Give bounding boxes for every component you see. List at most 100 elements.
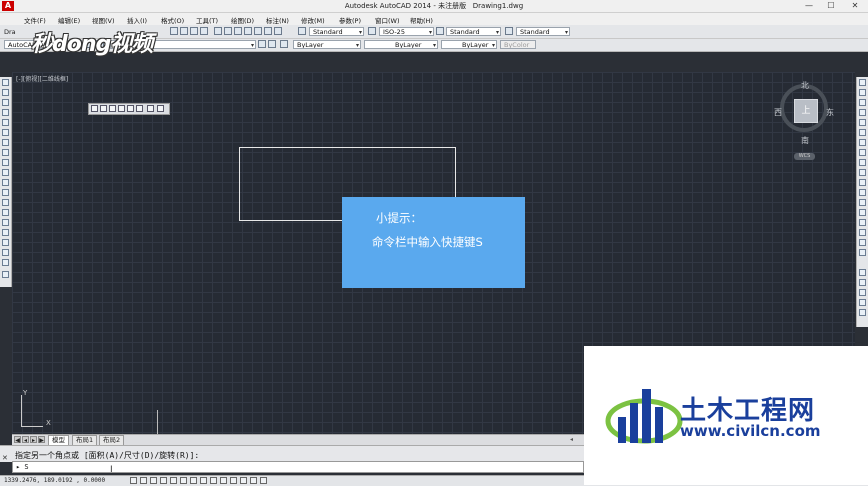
multileader-style-select[interactable]: Standard ▾ bbox=[516, 27, 570, 36]
break-icon[interactable] bbox=[859, 199, 866, 206]
menu-modify[interactable]: 修改(M) bbox=[301, 15, 325, 25]
zoom-previous-icon[interactable] bbox=[200, 27, 208, 35]
quick-properties-icon[interactable] bbox=[250, 477, 257, 484]
horizontal-scroll-left-icon[interactable]: ◂ bbox=[570, 436, 580, 443]
table-style-select[interactable]: Standard ▾ bbox=[446, 27, 501, 36]
zoom-in-icon[interactable] bbox=[136, 105, 143, 112]
point-icon[interactable] bbox=[2, 209, 9, 216]
compass-south[interactable]: 南 bbox=[801, 135, 809, 146]
ellipse-icon[interactable] bbox=[2, 169, 9, 176]
linetype-select[interactable]: ByLayer ▾ bbox=[364, 40, 438, 49]
orbit-icon[interactable] bbox=[147, 105, 154, 112]
zoom-realtime-icon[interactable] bbox=[180, 27, 188, 35]
transparency-icon[interactable] bbox=[240, 477, 247, 484]
make-block-icon[interactable] bbox=[2, 199, 9, 206]
selection-cycling-icon[interactable] bbox=[260, 477, 267, 484]
menu-tools[interactable]: 工具(T) bbox=[196, 15, 218, 25]
insert-block-icon[interactable] bbox=[2, 189, 9, 196]
menu-draw[interactable]: 绘图(D) bbox=[231, 15, 254, 25]
polar-tracking-icon[interactable] bbox=[170, 477, 177, 484]
object-snap-icon[interactable] bbox=[180, 477, 187, 484]
command-input[interactable]: ▸ S bbox=[12, 461, 584, 473]
ellipse-arc-icon[interactable] bbox=[2, 179, 9, 186]
offset-icon[interactable] bbox=[859, 109, 866, 116]
viewport-controls-label[interactable]: [-][俯视][二维线框] bbox=[16, 74, 68, 83]
extend-icon[interactable] bbox=[859, 179, 866, 186]
snap-mode-icon[interactable] bbox=[140, 477, 147, 484]
infer-constraints-icon[interactable] bbox=[130, 477, 137, 484]
dynamic-ucs-icon[interactable] bbox=[210, 477, 217, 484]
3d-object-snap-icon[interactable] bbox=[190, 477, 197, 484]
coordinate-readout[interactable]: 1339.2476, 189.0192 , 0.0000 bbox=[4, 477, 105, 484]
rotate-icon[interactable] bbox=[859, 139, 866, 146]
maximize-button[interactable]: ☐ bbox=[822, 0, 840, 11]
menu-dimension[interactable]: 标注(N) bbox=[266, 15, 289, 25]
pan-icon[interactable] bbox=[170, 27, 178, 35]
sheet-set-icon[interactable] bbox=[244, 27, 252, 35]
draworder-icon[interactable] bbox=[859, 269, 866, 276]
document-tab[interactable]: Dra bbox=[4, 28, 16, 36]
rectangle-icon[interactable] bbox=[2, 119, 9, 126]
layer-off-icon[interactable] bbox=[859, 309, 866, 316]
prev-tab-icon[interactable]: ◂ bbox=[22, 436, 29, 444]
layer-previous-icon[interactable] bbox=[268, 40, 276, 48]
stretch-icon[interactable] bbox=[859, 159, 866, 166]
viewcube-top-face[interactable]: 上 bbox=[794, 99, 818, 123]
spline-icon[interactable] bbox=[2, 159, 9, 166]
arc-icon[interactable] bbox=[2, 129, 9, 136]
polyline-icon[interactable] bbox=[2, 99, 9, 106]
tool-palettes-icon[interactable] bbox=[234, 27, 242, 35]
compass-east[interactable]: 东 bbox=[826, 107, 834, 118]
table-icon[interactable] bbox=[2, 249, 9, 256]
compass-west[interactable]: 西 bbox=[774, 107, 782, 118]
layer-isolate-icon[interactable] bbox=[859, 299, 866, 306]
first-tab-icon[interactable]: ◀ bbox=[14, 436, 21, 444]
move-icon[interactable] bbox=[859, 129, 866, 136]
wcs-menu-button[interactable]: WCS bbox=[794, 153, 815, 160]
lineweight-select[interactable]: ByLayer ▾ bbox=[441, 40, 497, 49]
calculator-icon[interactable] bbox=[264, 27, 272, 35]
array-icon[interactable] bbox=[859, 119, 866, 126]
markup-icon[interactable] bbox=[254, 27, 262, 35]
text-style-select[interactable]: Standard ▾ bbox=[309, 27, 364, 36]
close-button[interactable]: ✕ bbox=[846, 0, 864, 11]
compass-north[interactable]: 北 bbox=[801, 80, 809, 91]
zoom-extents-icon[interactable] bbox=[91, 105, 98, 112]
minimize-button[interactable]: — bbox=[800, 0, 818, 11]
next-tab-icon[interactable]: ▸ bbox=[30, 436, 37, 444]
dim-style-select[interactable]: ISO-25 ▾ bbox=[379, 27, 434, 36]
lineweight-toggle-icon[interactable] bbox=[230, 477, 237, 484]
add-selected-icon[interactable] bbox=[2, 271, 9, 278]
circle-icon[interactable] bbox=[2, 139, 9, 146]
layer-states-icon[interactable] bbox=[280, 40, 288, 48]
layer-match-icon[interactable] bbox=[859, 289, 866, 296]
properties-icon[interactable] bbox=[214, 27, 222, 35]
hatch-icon[interactable] bbox=[2, 219, 9, 226]
layer-walk-icon[interactable] bbox=[859, 279, 866, 286]
menu-help[interactable]: 帮助(H) bbox=[410, 15, 433, 25]
ortho-mode-icon[interactable] bbox=[160, 477, 167, 484]
zoom-scale-icon[interactable] bbox=[127, 105, 134, 112]
erase-icon[interactable] bbox=[859, 79, 866, 86]
chamfer-icon[interactable] bbox=[859, 219, 866, 226]
grid-display-icon[interactable] bbox=[150, 477, 157, 484]
fillet-icon[interactable] bbox=[859, 229, 866, 236]
scale-icon[interactable] bbox=[859, 149, 866, 156]
break-at-point-icon[interactable] bbox=[859, 189, 866, 196]
join-icon[interactable] bbox=[859, 209, 866, 216]
menu-window[interactable]: 窗口(W) bbox=[375, 15, 400, 25]
make-current-layer-icon[interactable] bbox=[258, 40, 266, 48]
gradient-icon[interactable] bbox=[2, 229, 9, 236]
polygon-icon[interactable] bbox=[2, 109, 9, 116]
copy-icon[interactable] bbox=[859, 89, 866, 96]
color-select[interactable]: ByLayer ▾ bbox=[293, 40, 361, 49]
command-line-close-icon[interactable]: ✕ bbox=[2, 454, 8, 462]
object-snap-tracking-icon[interactable] bbox=[200, 477, 207, 484]
line-icon[interactable] bbox=[2, 79, 9, 86]
construction-line-icon[interactable] bbox=[2, 89, 9, 96]
zoom-center-icon[interactable] bbox=[109, 105, 116, 112]
last-tab-icon[interactable]: ▶ bbox=[38, 436, 45, 444]
zoom-window-icon[interactable] bbox=[190, 27, 198, 35]
multiline-text-icon[interactable] bbox=[2, 259, 9, 266]
menu-parameters[interactable]: 参数(P) bbox=[339, 15, 361, 25]
